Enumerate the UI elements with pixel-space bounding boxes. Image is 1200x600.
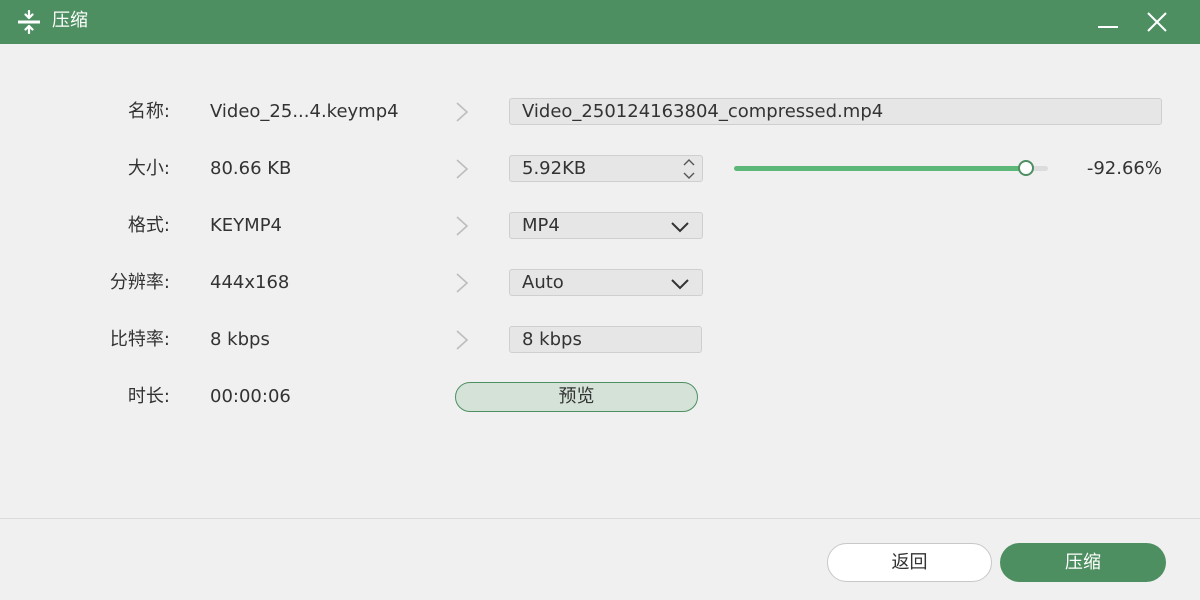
compress-icon	[18, 10, 40, 34]
bitrate-field[interactable]: 8 kbps	[509, 326, 702, 353]
chevron-down-icon	[671, 222, 689, 233]
chevron-right-icon	[456, 273, 469, 293]
format-source-value: KEYMP4	[210, 215, 283, 236]
size-stepper-value: 5.92KB	[522, 158, 587, 179]
stepper-arrows-icon[interactable]	[682, 157, 696, 181]
chevron-right-icon	[456, 216, 469, 236]
back-button[interactable]: 返回	[827, 543, 992, 582]
close-icon	[1147, 12, 1167, 32]
chevron-right-icon	[456, 159, 469, 179]
format-select-value: MP4	[522, 215, 560, 236]
duration-source-value: 00:00:06	[210, 386, 291, 407]
resolution-label: 分辨率:	[109, 272, 170, 293]
bitrate-source-value: 8 kbps	[210, 329, 270, 350]
preview-button[interactable]: 预览	[455, 382, 698, 412]
resolution-select-value: Auto	[522, 272, 564, 293]
footer-divider	[0, 518, 1200, 519]
name-label: 名称:	[127, 101, 170, 122]
close-button[interactable]	[1142, 7, 1172, 37]
output-filename-field[interactable]: Video_250124163804_compressed.mp4	[509, 98, 1162, 125]
size-source-value: 80.66 KB	[210, 158, 292, 179]
minimize-icon	[1098, 26, 1118, 28]
format-select[interactable]: MP4	[509, 212, 703, 239]
size-label: 大小:	[127, 158, 170, 179]
window-title: 压缩	[52, 10, 88, 31]
name-source-value: Video_25...4.keymp4	[210, 101, 399, 122]
compress-button[interactable]: 压缩	[1000, 543, 1166, 582]
chevron-right-icon	[456, 102, 469, 122]
slider-fill	[734, 166, 1025, 171]
bitrate-label: 比特率:	[109, 329, 170, 350]
resolution-select[interactable]: Auto	[509, 269, 703, 296]
slider-thumb[interactable]	[1018, 160, 1034, 176]
chevron-right-icon	[456, 330, 469, 350]
title-bar: 压缩	[0, 0, 1200, 44]
compression-slider[interactable]	[734, 160, 1048, 176]
resolution-source-value: 444x168	[210, 272, 290, 293]
chevron-down-icon	[671, 279, 689, 290]
size-stepper[interactable]: 5.92KB	[509, 155, 703, 182]
minimize-button[interactable]	[1093, 7, 1123, 37]
format-label: 格式:	[127, 215, 170, 236]
duration-label: 时长:	[127, 386, 170, 407]
compression-percent: -92.66%	[1086, 158, 1162, 179]
